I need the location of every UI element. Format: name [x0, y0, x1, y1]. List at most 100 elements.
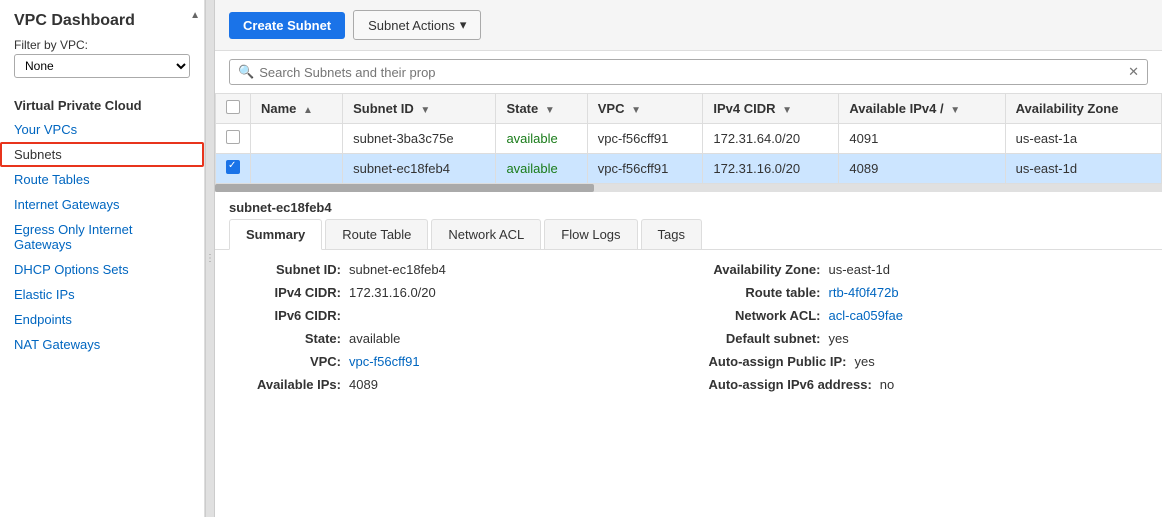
detail-row-state: State: available — [229, 331, 669, 346]
chevron-down-icon: ▾ — [460, 17, 467, 33]
col-header-available-ipv4[interactable]: Available IPv4 / ▼ — [839, 94, 1005, 124]
col-header-state[interactable]: State ▼ — [496, 94, 587, 124]
auto-assign-ipv6-label: Auto-assign IPv6 address: — [709, 377, 880, 392]
state-label: State: — [229, 331, 349, 346]
row-0-checkbox-cell[interactable] — [216, 124, 251, 154]
filter-label: Filter by VPC: — [0, 38, 204, 54]
tab-tags[interactable]: Tags — [641, 219, 702, 249]
sidebar-item-subnets[interactable]: Subnets — [0, 142, 204, 167]
state-value: available — [349, 331, 400, 346]
row-1-checkbox-icon — [226, 160, 240, 174]
sidebar-item-egress-only-internet-gateways[interactable]: Egress Only Internet Gateways — [0, 217, 204, 257]
tab-flow-logs[interactable]: Flow Logs — [544, 219, 637, 249]
search-input[interactable] — [259, 65, 1128, 80]
route-table-value-link[interactable]: rtb-4f0f472b — [829, 285, 899, 300]
default-subnet-value: yes — [829, 331, 849, 346]
col-header-availability-zone[interactable]: Availability Zone — [1005, 94, 1161, 124]
vpc-value-link[interactable]: vpc-f56cff91 — [349, 354, 420, 369]
sidebar-item-nat-gateways[interactable]: NAT Gateways — [0, 332, 204, 357]
subnets-table: Name ▲ Subnet ID ▼ State ▼ VPC ▼ — [215, 93, 1162, 184]
available-ips-label: Available IPs: — [229, 377, 349, 392]
subnet-id-label: Subnet ID: — [229, 262, 349, 277]
row-1-vpc: vpc-f56cff91 — [587, 154, 703, 184]
availability-zone-label: Availability Zone: — [709, 262, 829, 277]
detail-row-auto-assign-public-ip: Auto-assign Public IP: yes — [709, 354, 1149, 369]
sidebar-item-route-tables[interactable]: Route Tables — [0, 167, 204, 192]
auto-assign-public-ip-label: Auto-assign Public IP: — [709, 354, 855, 369]
sort-vpc-icon: ▼ — [631, 105, 641, 116]
horizontal-scrollbar[interactable] — [215, 184, 1162, 192]
subnet-actions-button[interactable]: Subnet Actions ▾ — [353, 10, 481, 40]
header-checkbox-icon — [226, 100, 240, 114]
vpc-label: VPC: — [229, 354, 349, 369]
search-clear-icon[interactable]: ✕ — [1128, 64, 1139, 80]
ipv6-cidr-label: IPv6 CIDR: — [229, 308, 349, 323]
sort-subnet-id-icon: ▼ — [420, 105, 430, 116]
sort-ipv4-cidr-icon: ▼ — [782, 105, 792, 116]
summary-right-col: Availability Zone: us-east-1d Route tabl… — [709, 262, 1149, 505]
search-icon: 🔍 — [238, 64, 254, 80]
row-0-available-ipv4: 4091 — [839, 124, 1005, 154]
sort-available-ipv4-icon: ▼ — [950, 105, 960, 116]
col-header-ipv4-cidr[interactable]: IPv4 CIDR ▼ — [703, 94, 839, 124]
row-1-state: available — [496, 154, 587, 184]
vpc-filter-select[interactable]: None — [14, 54, 190, 78]
row-0-availability-zone: us-east-1a — [1005, 124, 1161, 154]
sidebar-item-internet-gateways[interactable]: Internet Gateways — [0, 192, 204, 217]
main-content: Create Subnet Subnet Actions ▾ 🔍 ✕ Name … — [215, 0, 1162, 517]
network-acl-label: Network ACL: — [709, 308, 829, 323]
detail-row-route-table: Route table: rtb-4f0f472b — [709, 285, 1149, 300]
row-1-availability-zone: us-east-1d — [1005, 154, 1161, 184]
detail-row-network-acl: Network ACL: acl-ca059fae — [709, 308, 1149, 323]
sidebar-item-elastic-ips[interactable]: Elastic IPs — [0, 282, 204, 307]
sort-state-icon: ▼ — [545, 105, 555, 116]
row-1-subnet-id: subnet-ec18feb4 — [343, 154, 496, 184]
default-subnet-label: Default subnet: — [709, 331, 829, 346]
table-row[interactable]: subnet-3ba3c75e available vpc-f56cff91 1… — [216, 124, 1162, 154]
row-1-name — [251, 154, 343, 184]
network-acl-value-link[interactable]: acl-ca059fae — [829, 308, 903, 323]
table-row[interactable]: subnet-ec18feb4 available vpc-f56cff91 1… — [216, 154, 1162, 184]
summary-left-col: Subnet ID: subnet-ec18feb4 IPv4 CIDR: 17… — [229, 262, 669, 505]
create-subnet-button[interactable]: Create Subnet — [229, 12, 345, 39]
subnet-id-value: subnet-ec18feb4 — [349, 262, 446, 277]
tab-summary[interactable]: Summary — [229, 219, 322, 250]
ipv4-cidr-value: 172.31.16.0/20 — [349, 285, 436, 300]
auto-assign-ipv6-value: no — [880, 377, 894, 392]
ipv4-cidr-label: IPv4 CIDR: — [229, 285, 349, 300]
col-header-subnet-id[interactable]: Subnet ID ▼ — [343, 94, 496, 124]
detail-row-auto-assign-ipv6: Auto-assign IPv6 address: no — [709, 377, 1149, 392]
summary-panel: Subnet ID: subnet-ec18feb4 IPv4 CIDR: 17… — [215, 250, 1162, 517]
row-0-name — [251, 124, 343, 154]
col-header-name[interactable]: Name ▲ — [251, 94, 343, 124]
available-ips-value: 4089 — [349, 377, 378, 392]
selected-subnet-label: subnet-ec18feb4 — [215, 192, 1162, 219]
subnet-actions-label: Subnet Actions — [368, 18, 455, 33]
toolbar: Create Subnet Subnet Actions ▾ — [215, 0, 1162, 51]
row-0-checkbox-icon — [226, 130, 240, 144]
sidebar-item-dhcp-options-sets[interactable]: DHCP Options Sets — [0, 257, 204, 282]
availability-zone-value: us-east-1d — [829, 262, 890, 277]
row-0-ipv4-cidr: 172.31.64.0/20 — [703, 124, 839, 154]
tab-route-table[interactable]: Route Table — [325, 219, 428, 249]
sidebar-item-your-vpcs[interactable]: Your VPCs — [0, 117, 204, 142]
tab-network-acl[interactable]: Network ACL — [431, 219, 541, 249]
search-bar: 🔍 ✕ — [229, 59, 1148, 85]
detail-row-ipv6-cidr: IPv6 CIDR: — [229, 308, 669, 323]
detail-row-vpc: VPC: vpc-f56cff91 — [229, 354, 669, 369]
col-header-vpc[interactable]: VPC ▼ — [587, 94, 703, 124]
detail-row-default-subnet: Default subnet: yes — [709, 331, 1149, 346]
detail-row-available-ips: Available IPs: 4089 — [229, 377, 669, 392]
detail-row-availability-zone: Availability Zone: us-east-1d — [709, 262, 1149, 277]
row-1-checkbox-cell[interactable] — [216, 154, 251, 184]
sidebar-title: VPC Dashboard — [0, 0, 204, 38]
route-table-label: Route table: — [709, 285, 829, 300]
sort-name-icon: ▲ — [303, 105, 313, 116]
row-1-ipv4-cidr: 172.31.16.0/20 — [703, 154, 839, 184]
sidebar-section-title: Virtual Private Cloud — [0, 90, 204, 117]
sidebar-item-endpoints[interactable]: Endpoints — [0, 307, 204, 332]
sidebar: VPC Dashboard ▲ Filter by VPC: None Virt… — [0, 0, 205, 517]
sidebar-scroll-up[interactable]: ▲ — [190, 10, 200, 21]
table-header-checkbox[interactable] — [216, 94, 251, 124]
resize-handle[interactable]: ⋮ — [205, 0, 215, 517]
